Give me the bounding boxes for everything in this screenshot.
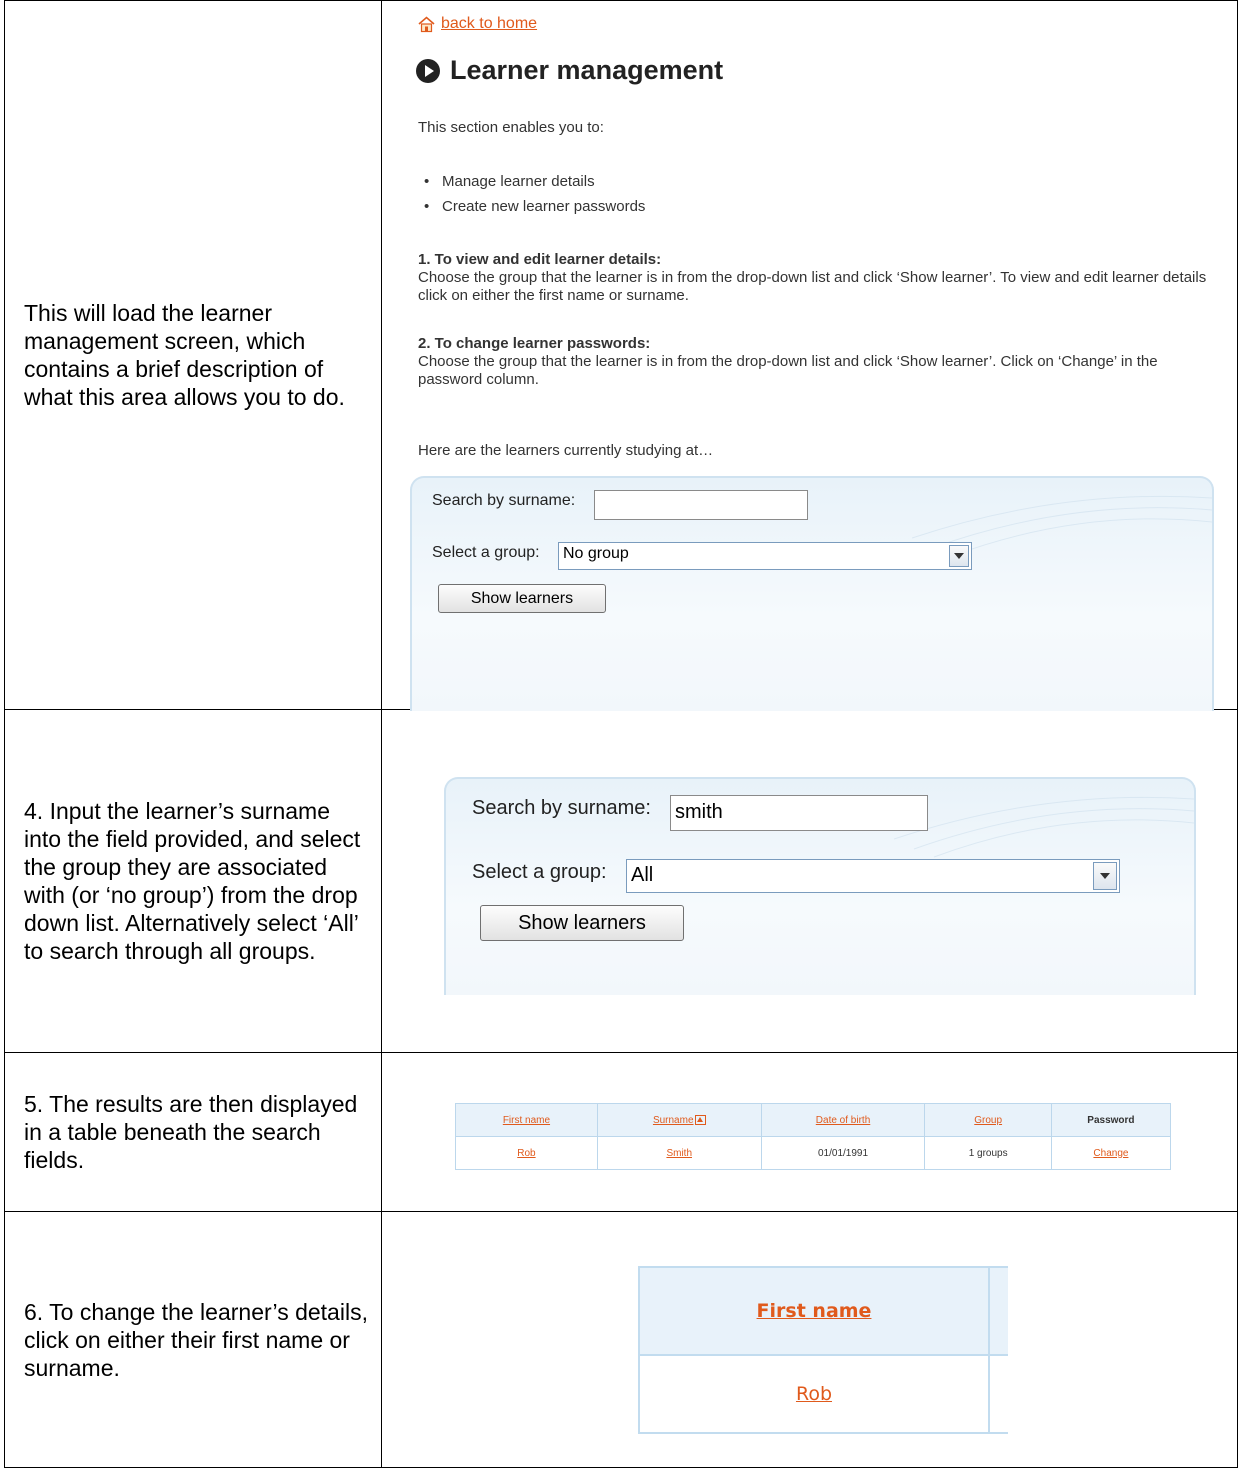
results-screenshot: First name Surname Date of birth Group P… [382, 1053, 1237, 1211]
step-1-heading: 1. To view and edit learner details: [418, 251, 662, 268]
play-circle-icon [416, 58, 440, 83]
learners-intro-text: Here are the learners currently studying… [418, 442, 714, 459]
column-header-first-name[interactable]: First name [638, 1266, 990, 1356]
dropdown-button[interactable] [1093, 862, 1117, 890]
screenshot-cell: First name Surname Date of birth Group P… [381, 1052, 1238, 1212]
list-item: Create new learner passwords [424, 194, 645, 219]
column-header-surname[interactable]: Surname [596, 1103, 762, 1137]
intro-text: This section enables you to: [418, 119, 604, 136]
feature-list: Manage learner details Create new learne… [418, 169, 645, 219]
instruction-cell: This will load the learner management sc… [4, 0, 382, 710]
results-table: First name Surname Date of birth Group P… [455, 1103, 1172, 1170]
step-2-heading: 2. To change learner passwords: [418, 335, 651, 352]
instruction-cell: 4. Input the learner’s surname into the … [4, 709, 382, 1053]
search-label: Search by surname: [472, 797, 651, 819]
column-header-password: Password [1050, 1103, 1172, 1137]
table-header-row: First name Surname Date of birth Group P… [455, 1103, 1172, 1137]
back-link-label: back to home [441, 15, 538, 32]
cell-first-name[interactable]: Rob [638, 1354, 990, 1434]
cell-group: 1 groups [924, 1136, 1052, 1170]
column-edge [988, 1354, 1008, 1434]
zoomed-results-table: First name Rob [638, 1266, 1008, 1434]
group-select-value: No group [563, 545, 629, 562]
column-header-date-of-birth[interactable]: Date of birth [760, 1103, 926, 1137]
table-row: Rob [638, 1354, 1008, 1434]
page-title-text: Learner management [450, 55, 724, 85]
page-title: Learner management [416, 55, 723, 86]
zoomed-table-screenshot: First name Rob [382, 1212, 1237, 1467]
home-icon [418, 15, 435, 32]
instruction-cell: 6. To change the learner’s details, clic… [4, 1211, 382, 1468]
decorative-swoosh [894, 796, 1194, 858]
step-1-text: Choose the group that the learner is in … [418, 269, 1207, 304]
surname-search-input[interactable] [594, 490, 808, 520]
instruction-text: 5. The results are then displayed in a t… [24, 1091, 358, 1173]
table-header-row: First name [638, 1266, 1008, 1356]
surname-search-input[interactable]: smith [670, 795, 928, 831]
chevron-down-icon [954, 553, 964, 559]
cell-password-change[interactable]: Change [1050, 1136, 1172, 1170]
chevron-down-icon [1100, 873, 1110, 879]
group-label: Select a group: [432, 544, 540, 561]
list-item: Manage learner details [424, 169, 645, 194]
group-select[interactable]: No group [558, 542, 972, 570]
dropdown-button[interactable] [949, 545, 969, 567]
cell-date-of-birth: 01/01/1991 [760, 1136, 926, 1170]
step-2-text: Choose the group that the learner is in … [418, 353, 1158, 388]
instruction-table: This will load the learner management sc… [4, 0, 1238, 1468]
screenshot-cell: First name Rob [381, 1211, 1238, 1468]
column-header-group[interactable]: Group [924, 1103, 1052, 1137]
table-row: Rob Smith 01/01/1991 1 groups Change [455, 1136, 1172, 1170]
instruction-text: This will load the learner management sc… [24, 300, 345, 410]
search-screenshot: Search by surname: smith Select a group:… [382, 710, 1237, 1052]
learner-management-screenshot: back to home Learner management This sec… [382, 1, 1237, 711]
back-to-home-link[interactable]: back to home [418, 15, 537, 33]
step-2-block: 2. To change learner passwords: Choose t… [418, 335, 1218, 389]
instruction-cell: 5. The results are then displayed in a t… [4, 1052, 382, 1212]
step-1-block: 1. To view and edit learner details: Cho… [418, 251, 1218, 305]
screenshot-cell: Search by surname: smith Select a group:… [381, 709, 1238, 1053]
search-label: Search by surname: [432, 492, 576, 509]
instruction-text: 6. To change the learner’s details, clic… [24, 1298, 368, 1381]
group-label: Select a group: [472, 861, 607, 883]
column-header-first-name[interactable]: First name [455, 1103, 598, 1137]
column-edge [988, 1266, 1008, 1356]
instruction-text: 4. Input the learner’s surname into the … [24, 798, 361, 964]
group-select-value: All [631, 864, 654, 886]
cell-first-name[interactable]: Rob [455, 1136, 598, 1170]
sort-ascending-icon[interactable] [694, 1114, 706, 1125]
search-panel: Search by surname: smith Select a group:… [444, 777, 1196, 995]
show-learners-button[interactable]: Show learners [438, 584, 606, 613]
screenshot-cell: back to home Learner management This sec… [381, 0, 1238, 711]
cell-surname[interactable]: Smith [596, 1136, 762, 1170]
group-select[interactable]: All [626, 859, 1120, 893]
search-panel: Search by surname: Select a group: No gr… [410, 476, 1214, 711]
show-learners-button[interactable]: Show learners [480, 905, 684, 941]
